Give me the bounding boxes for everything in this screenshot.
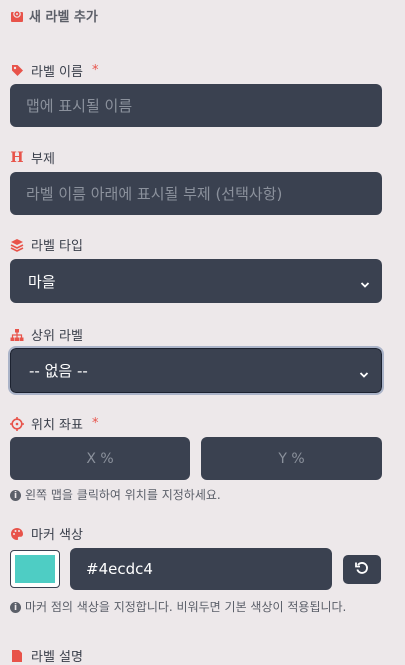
x-placeholder: X %	[86, 450, 114, 467]
color-picker[interactable]	[10, 550, 60, 588]
sitemap-icon	[10, 328, 24, 342]
info-icon: i	[10, 602, 21, 613]
section-title-text: 새 라벨 추가	[29, 10, 98, 25]
parent-label-text: 상위 라벨	[31, 329, 83, 344]
name-label: 라벨 이름 *	[10, 61, 98, 80]
type-select-value: 마을	[28, 272, 56, 291]
color-label: 마커 색상	[10, 524, 83, 543]
section-title: 새 라벨 추가	[10, 6, 98, 25]
palette-icon	[10, 527, 24, 541]
required-mark: *	[91, 416, 99, 431]
name-input-placeholder: 맵에 표시될 이름	[26, 97, 133, 115]
y-coordinate-input[interactable]: Y %	[201, 437, 382, 480]
subtitle-label: H 부제	[10, 148, 55, 168]
subtitle-label-text: 부제	[31, 152, 55, 167]
color-hex-value: #4ecdc4	[86, 560, 153, 578]
name-label-text: 라벨 이름	[31, 65, 83, 80]
type-label: 라벨 타입	[10, 235, 83, 254]
x-coordinate-input[interactable]: X %	[10, 437, 190, 480]
color-hint-text: 마커 점의 색상을 지정합니다. 비워두면 기본 색상이 적용됩니다.	[25, 600, 347, 614]
coords-hint-text: 왼쪽 맵을 클릭하여 위치를 지정하세요.	[25, 488, 221, 502]
chevron-down-icon	[359, 366, 369, 378]
coords-hint: i 왼쪽 맵을 클릭하여 위치를 지정하세요.	[10, 488, 390, 502]
reset-color-button[interactable]	[343, 555, 381, 584]
description-label: 라벨 설명	[10, 646, 83, 665]
heading-icon: H	[10, 149, 24, 166]
type-label-text: 라벨 타입	[31, 239, 83, 254]
subtitle-input[interactable]: 라벨 이름 아래에 표시될 부제 (선택사항)	[10, 172, 382, 215]
crosshairs-icon	[10, 416, 24, 431]
info-icon: i	[10, 490, 21, 501]
file-icon	[10, 649, 24, 663]
chevron-down-icon	[360, 276, 370, 288]
required-mark: *	[91, 63, 99, 78]
color-hex-input[interactable]: #4ecdc4	[70, 548, 332, 590]
subtitle-input-placeholder: 라벨 이름 아래에 표시될 부제 (선택사항)	[26, 185, 283, 203]
color-hint: i 마커 점의 색상을 지정합니다. 비워두면 기본 색상이 적용됩니다.	[10, 600, 372, 614]
type-select[interactable]: 마을	[10, 259, 382, 303]
parent-select-value: -- 없음 --	[29, 362, 88, 380]
coords-label-text: 위치 좌표	[31, 418, 83, 433]
color-label-text: 마커 색상	[31, 528, 83, 543]
undo-icon	[355, 560, 369, 579]
layers-icon	[10, 238, 24, 252]
name-input[interactable]: 맵에 표시될 이름	[10, 84, 382, 127]
coords-label: 위치 좌표 *	[10, 414, 98, 433]
parent-label: 상위 라벨	[10, 325, 83, 344]
color-swatch	[15, 555, 55, 583]
tag-icon	[10, 64, 24, 78]
map-marker-icon	[10, 9, 24, 23]
parent-select[interactable]: -- 없음 --	[8, 346, 384, 395]
y-placeholder: Y %	[278, 450, 305, 467]
description-label-text: 라벨 설명	[31, 650, 83, 665]
